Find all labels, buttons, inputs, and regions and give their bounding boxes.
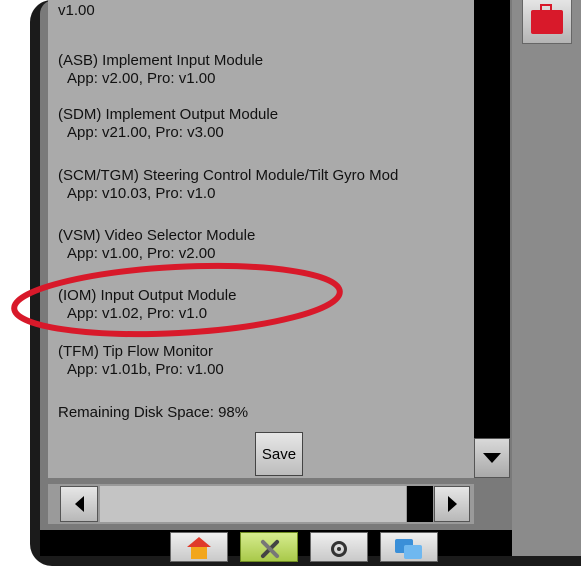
module-versions: App: v2.00, Pro: v1.00 (67, 70, 216, 87)
module-entry-tfm: (TFM) Tip Flow Monitor App: v1.01b, Pro:… (58, 343, 224, 379)
module-entry-asb: (ASB) Implement Input Module App: v2.00,… (58, 52, 263, 88)
scroll-left-button[interactable] (60, 486, 98, 522)
module-name: (TFM) Tip Flow Monitor (58, 343, 214, 360)
toolbox-icon (531, 4, 563, 34)
module-versions: App: v1.02, Pro: v1.0 (67, 305, 208, 322)
module-name: (SDM) Implement Output Module (58, 106, 279, 123)
tools-icon (257, 539, 283, 559)
scroll-down-button[interactable] (474, 438, 510, 478)
module-versions: App: v10.03, Pro: v1.0 (67, 185, 216, 202)
scroll-right-button[interactable] (434, 486, 470, 522)
module-entry-sdm: (SDM) Implement Output Module App: v21.0… (58, 106, 278, 142)
module-entry-vsm: (VSM) Video Selector Module App: v1.00, … (58, 227, 255, 263)
module-entry: v1.00 (58, 2, 95, 20)
module-versions: App: v1.00, Pro: v2.00 (67, 245, 216, 262)
module-versions: App: v21.00, Pro: v3.00 (67, 124, 224, 141)
module-name: (ASB) Implement Input Module (58, 52, 264, 69)
tab-home[interactable] (170, 532, 228, 562)
gps-icon (331, 541, 347, 557)
chevron-left-icon (74, 496, 84, 512)
module-name: (VSM) Video Selector Module (58, 227, 256, 244)
module-versions: App: v1.01b, Pro: v1.00 (67, 361, 224, 378)
horizontal-scroll-thumb[interactable] (407, 486, 433, 522)
module-entry-iom: (IOM) Input Output Module App: v1.02, Pr… (58, 287, 236, 323)
module-version-partial: v1.00 (58, 2, 95, 19)
windows-icon (395, 539, 423, 559)
module-name: (IOM) Input Output Module (58, 287, 237, 304)
home-icon (187, 537, 211, 559)
side-panel (512, 0, 581, 556)
save-button[interactable]: Save (255, 432, 303, 476)
tab-tools[interactable] (240, 532, 298, 562)
disk-space-text: Remaining Disk Space: 98% (58, 404, 249, 421)
module-entry-scm-tgm: (SCM/TGM) Steering Control Module/Tilt G… (58, 167, 398, 203)
toolbox-button[interactable] (522, 0, 572, 44)
chevron-right-icon (447, 496, 457, 512)
tab-gps[interactable] (310, 532, 368, 562)
tab-windows[interactable] (380, 532, 438, 562)
module-info-panel: v1.00 (ASB) Implement Input Module App: … (48, 0, 474, 478)
horizontal-scroll-track[interactable] (100, 486, 406, 522)
module-name: (SCM/TGM) Steering Control Module/Tilt G… (58, 167, 399, 184)
chevron-down-icon (483, 453, 501, 463)
vertical-scrollbar[interactable] (474, 0, 510, 478)
